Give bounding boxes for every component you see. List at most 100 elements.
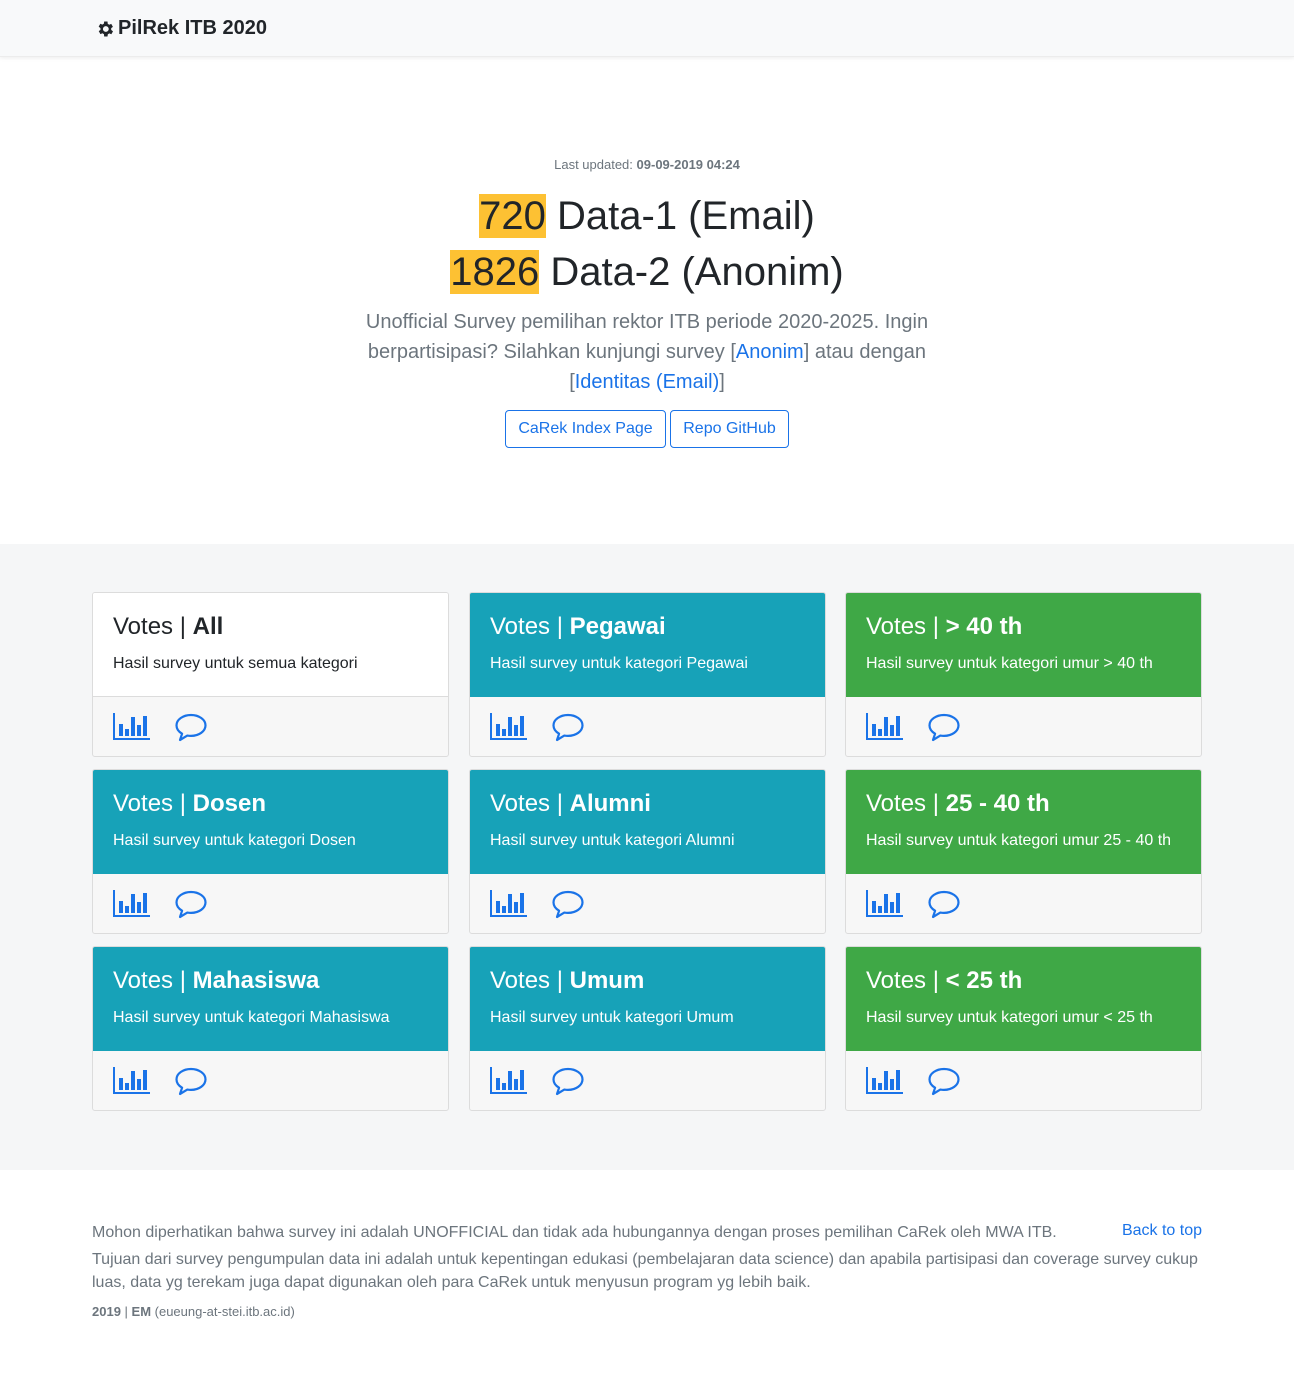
- speech-bubble-icon[interactable]: [174, 889, 208, 919]
- card-footer: [846, 697, 1201, 756]
- speech-bubble-icon[interactable]: [927, 1066, 961, 1096]
- brand-link[interactable]: PilRek ITB 2020: [95, 17, 267, 40]
- card-title-category: Mahasiswa: [192, 967, 320, 994]
- vote-card: Votes | Mahasiswa Hasil survey untuk kate…: [92, 946, 449, 1111]
- card-body: Votes | Mahasiswa Hasil survey untuk kate…: [93, 947, 448, 1051]
- card-title-prefix: Votes |: [113, 967, 193, 994]
- card-title: Votes | All: [113, 611, 428, 643]
- card-title-category: Pegawai: [569, 613, 666, 640]
- card-title-prefix: Votes |: [113, 790, 193, 817]
- bar-chart-icon[interactable]: [866, 712, 904, 742]
- card-title-prefix: Votes |: [490, 613, 570, 640]
- speech-bubble-icon[interactable]: [927, 889, 961, 919]
- footer-credit: 2019 | EM (eueung-at-stei.itb.ac.id): [92, 1304, 295, 1319]
- card-title-category: Alumni: [569, 790, 651, 817]
- footer-author: EM: [131, 1304, 152, 1319]
- card-text: Hasil survey untuk kategori Umum: [490, 1009, 734, 1026]
- card-title: Votes | Pegawai: [490, 611, 805, 643]
- card-text: Hasil survey untuk kategori Dosen: [113, 832, 356, 849]
- card-title-prefix: Votes |: [866, 790, 946, 817]
- vote-card: Votes | Umum Hasil survey untuk kategori …: [469, 946, 826, 1111]
- bar-chart-icon[interactable]: [490, 712, 528, 742]
- anonim-survey-link[interactable]: Anonim: [736, 341, 804, 363]
- card-text: Hasil survey untuk semua kategori: [113, 655, 358, 672]
- speech-bubble-icon[interactable]: [927, 712, 961, 742]
- speech-bubble-icon[interactable]: [551, 712, 585, 742]
- bar-chart-icon[interactable]: [866, 889, 904, 919]
- bar-chart-icon[interactable]: [490, 1066, 528, 1096]
- card-body: Votes | Umum Hasil survey untuk kategori …: [470, 947, 825, 1051]
- card-title: Votes | Mahasiswa: [113, 965, 428, 997]
- card-title: Votes | < 25 th: [866, 965, 1181, 997]
- bar-chart-icon[interactable]: [113, 1066, 151, 1096]
- brand-title: PilRek ITB 2020: [118, 17, 267, 39]
- card-footer: [846, 1051, 1201, 1110]
- card-title-category: > 40 th: [945, 613, 1023, 640]
- vote-card: Votes | < 25 th Hasil survey untuk katego…: [845, 946, 1202, 1111]
- speech-bubble-icon[interactable]: [551, 1066, 585, 1096]
- card-title-prefix: Votes |: [490, 967, 570, 994]
- card-text: Hasil survey untuk kategori umur > 40 th: [866, 655, 1153, 672]
- vote-card: Votes | Pegawai Hasil survey untuk katego…: [469, 592, 826, 757]
- card-title: Votes | Umum: [490, 965, 805, 997]
- bar-chart-icon[interactable]: [490, 889, 528, 919]
- cards-section: Votes | All Hasil survey untuk semua kate…: [0, 544, 1294, 1170]
- bar-chart-icon[interactable]: [113, 712, 151, 742]
- speech-bubble-icon[interactable]: [174, 1066, 208, 1096]
- data1-count: 720: [479, 194, 546, 238]
- card-text: Hasil survey untuk kategori umur < 25 th: [866, 1009, 1153, 1026]
- data1-label: Data-1 (Email): [545, 194, 815, 238]
- card-title: Votes | > 40 th: [866, 611, 1181, 643]
- vote-card: Votes | Alumni Hasil survey untuk kategor…: [469, 769, 826, 934]
- card-title-prefix: Votes |: [490, 790, 570, 817]
- hero-buttons: CaRek Index Page Repo GitHub: [0, 410, 1294, 448]
- card-body: Votes | > 40 th Hasil survey untuk katego…: [846, 593, 1201, 697]
- card-body: Votes | Dosen Hasil survey untuk kategori…: [93, 770, 448, 874]
- card-body: Votes | Pegawai Hasil survey untuk katego…: [470, 593, 825, 697]
- vote-card: Votes | > 40 th Hasil survey untuk katego…: [845, 592, 1202, 757]
- bar-chart-icon[interactable]: [113, 889, 151, 919]
- data1-count-line: 720 Data-1 (Email): [0, 193, 1294, 239]
- card-footer: [470, 1051, 825, 1110]
- card-text: Hasil survey untuk kategori umur 25 - 40…: [866, 832, 1172, 849]
- card-title: Votes | 25 - 40 th: [866, 788, 1181, 820]
- footer-purpose: Tujuan dari survey pengumpulan data ini …: [92, 1251, 1198, 1291]
- vote-card: Votes | 25 - 40 th Hasil survey untuk kat…: [845, 769, 1202, 934]
- card-text: Hasil survey untuk kategori Pegawai: [490, 655, 748, 672]
- data2-count: 1826: [450, 250, 540, 294]
- last-updated-label: Last updated:: [554, 157, 633, 172]
- vote-card: Votes | Dosen Hasil survey untuk kategori…: [92, 769, 449, 934]
- bar-chart-icon[interactable]: [866, 1066, 904, 1096]
- footer-notice: Mohon diperhatikan bahwa survey ini adal…: [92, 1224, 1057, 1241]
- card-footer: [846, 874, 1201, 933]
- footer-separator: |: [120, 1304, 132, 1319]
- card-title-category: Umum: [569, 967, 645, 994]
- carek-index-button[interactable]: CaRek Index Page: [505, 410, 666, 448]
- gear-icon: [98, 21, 113, 36]
- card-title-prefix: Votes |: [113, 613, 193, 640]
- footer-contact: (eueung-at-stei.itb.ac.id): [151, 1304, 295, 1319]
- card-footer: [93, 697, 448, 756]
- navbar: PilRek ITB 2020: [0, 0, 1294, 57]
- card-title-category: All: [192, 613, 224, 640]
- card-body: Votes | < 25 th Hasil survey untuk katego…: [846, 947, 1201, 1051]
- email-survey-link[interactable]: Identitas (Email): [575, 371, 720, 393]
- card-text: Hasil survey untuk kategori Alumni: [490, 832, 735, 849]
- data2-count-line: 1826 Data-2 (Anonim): [0, 249, 1294, 295]
- card-footer: [93, 1051, 448, 1110]
- card-footer: [470, 874, 825, 933]
- lead-text: Unofficial Survey pemilihan rektor ITB p…: [347, 307, 947, 397]
- card-footer: [93, 874, 448, 933]
- repo-github-button[interactable]: Repo GitHub: [670, 410, 789, 448]
- vote-card: Votes | All Hasil survey untuk semua kate…: [92, 592, 449, 757]
- speech-bubble-icon[interactable]: [174, 712, 208, 742]
- back-to-top-link[interactable]: Back to top: [1122, 1222, 1202, 1240]
- card-title: Votes | Dosen: [113, 788, 428, 820]
- card-body: Votes | 25 - 40 th Hasil survey untuk kat…: [846, 770, 1201, 874]
- speech-bubble-icon[interactable]: [551, 889, 585, 919]
- card-body: Votes | All Hasil survey untuk semua kate…: [93, 593, 448, 697]
- last-updated-value: 09-09-2019 04:24: [636, 157, 740, 172]
- last-updated: Last updated: 09-09-2019 04:24: [0, 157, 1294, 172]
- card-title-category: 25 - 40 th: [945, 790, 1050, 817]
- card-footer: [470, 697, 825, 756]
